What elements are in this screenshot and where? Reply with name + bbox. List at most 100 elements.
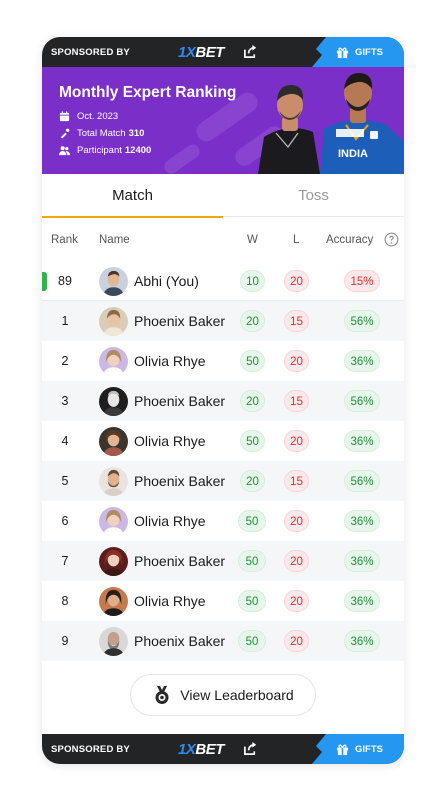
header-rank: Rank xyxy=(51,234,78,246)
accuracy-badge: 36% xyxy=(344,630,380,652)
participant-value: 12400 xyxy=(124,145,152,156)
banner-date: Oct. 2023 xyxy=(77,111,119,122)
gifts-button[interactable]: GIFTS xyxy=(312,734,404,764)
participant-label: Participant xyxy=(77,145,122,156)
sponsor-label: SPONSORED BY xyxy=(51,743,130,755)
avatar xyxy=(99,627,128,656)
avatar xyxy=(99,347,128,376)
participant-meta: Participant 12400 xyxy=(59,145,151,156)
gifts-button[interactable]: GIFTS xyxy=(312,37,404,67)
avatar xyxy=(99,307,128,336)
gifts-label: GIFTS xyxy=(355,46,383,58)
wins-badge: 50 xyxy=(238,510,266,532)
header-w: W xyxy=(247,234,258,246)
row-rank: 8 xyxy=(61,594,69,608)
table-row[interactable]: 9 Phoenix Baker 50 20 36% xyxy=(42,621,404,661)
current-user-marker xyxy=(42,272,47,291)
losses-badge: 20 xyxy=(284,350,309,372)
banner-title: Monthly Expert Ranking xyxy=(59,84,237,101)
sponsor-bar-top[interactable]: SPONSORED BY 1XBET GIFTS xyxy=(42,37,404,67)
accuracy-badge: 56% xyxy=(344,390,380,412)
table-row[interactable]: 3 Phoenix Baker 20 15 56% xyxy=(42,381,404,421)
row-rank: 7 xyxy=(61,554,69,568)
wins-badge: 50 xyxy=(238,590,266,612)
row-rank: 1 xyxy=(61,314,69,328)
tab-toss[interactable]: Toss xyxy=(223,174,404,217)
svg-text:INDIA: INDIA xyxy=(338,148,368,160)
table-row[interactable]: 4 Olivia Rhye 50 20 36% xyxy=(42,421,404,461)
losses-badge: 20 xyxy=(284,430,309,452)
participants-icon xyxy=(59,146,70,156)
row-rank: 89 xyxy=(58,274,72,288)
accuracy-badge: 56% xyxy=(344,470,380,492)
avatar xyxy=(99,507,128,536)
losses-badge: 20 xyxy=(284,550,309,572)
ranking-tabs: Match Toss xyxy=(42,174,404,218)
gift-icon xyxy=(336,47,349,58)
header-name: Name xyxy=(99,234,130,246)
wins-badge: 20 xyxy=(240,310,265,332)
sponsor-label: SPONSORED BY xyxy=(51,46,130,58)
losses-badge: 15 xyxy=(284,470,309,492)
accuracy-badge: 36% xyxy=(344,430,380,452)
sponsor-logo[interactable]: 1XBET xyxy=(178,44,224,61)
avatar xyxy=(99,427,128,456)
view-leaderboard-button[interactable]: View Leaderboard xyxy=(130,674,316,716)
sponsor-logo[interactable]: 1XBET xyxy=(178,741,224,758)
share-icon[interactable] xyxy=(243,741,258,756)
wins-badge: 20 xyxy=(240,390,265,412)
wins-badge: 20 xyxy=(240,470,265,492)
header-accuracy: Accuracy xyxy=(326,234,374,246)
table-row[interactable]: 8 Olivia Rhye 50 20 36% xyxy=(42,581,404,621)
row-rank: 6 xyxy=(61,514,69,528)
avatar xyxy=(99,387,128,416)
table-row[interactable]: 7 Phoenix Baker 50 20 36% xyxy=(42,541,404,581)
row-name: Olivia Rhye xyxy=(134,433,206,449)
expert-ranking-card: SPONSORED BY 1XBET GIFTS Monthly Expert … xyxy=(42,37,404,764)
total-match-meta: Total Match 310 xyxy=(59,128,144,139)
table-row[interactable]: 1 Phoenix Baker 20 15 56% xyxy=(42,301,404,341)
losses-badge: 20 xyxy=(284,590,309,612)
row-rank: 3 xyxy=(61,394,69,408)
calendar-icon xyxy=(59,111,70,122)
row-name: Phoenix Baker xyxy=(134,473,226,489)
view-leaderboard-label: View Leaderboard xyxy=(180,687,294,703)
losses-badge: 20 xyxy=(284,510,309,532)
cricket-players-image: INDIA xyxy=(258,73,404,174)
accuracy-badge: 36% xyxy=(344,590,380,612)
row-rank: 9 xyxy=(61,634,69,648)
row-name: Olivia Rhye xyxy=(134,353,206,369)
losses-badge: 15 xyxy=(284,310,309,332)
tab-match[interactable]: Match xyxy=(42,174,223,218)
wins-badge: 50 xyxy=(238,630,266,652)
row-rank: 4 xyxy=(61,434,69,448)
row-name: Olivia Rhye xyxy=(134,513,206,529)
row-name: Phoenix Baker xyxy=(134,553,226,569)
ranking-banner: Monthly Expert Ranking Oct. 2023 Total M… xyxy=(42,67,404,174)
sponsor-bar-bottom[interactable]: SPONSORED BY 1XBET GIFTS xyxy=(42,734,404,764)
avatar xyxy=(99,547,128,576)
wins-badge: 50 xyxy=(240,350,265,372)
table-row[interactable]: 2 Olivia Rhye 50 20 36% xyxy=(42,341,404,381)
row-name: Abhi (You) xyxy=(134,273,199,289)
row-name: Phoenix Baker xyxy=(134,313,226,329)
row-rank: 5 xyxy=(61,474,69,488)
table-row[interactable]: 5 Phoenix Baker 20 15 56% xyxy=(42,461,404,501)
current-user-row[interactable]: 89 Abhi (You) 10 20 15% xyxy=(42,261,404,301)
wins-badge: 50 xyxy=(240,430,265,452)
avatar xyxy=(99,587,128,616)
row-rank: 2 xyxy=(61,354,69,368)
total-match-value: 310 xyxy=(128,128,145,139)
gift-icon xyxy=(336,744,349,755)
gifts-label: GIFTS xyxy=(355,743,383,755)
info-icon[interactable] xyxy=(384,232,399,247)
date-meta: Oct. 2023 xyxy=(59,111,118,122)
table-row[interactable]: 6 Olivia Rhye 50 20 36% xyxy=(42,501,404,541)
total-match-label: Total Match xyxy=(77,128,126,139)
losses-badge: 15 xyxy=(284,390,309,412)
accuracy-badge: 56% xyxy=(344,310,380,332)
row-name: Phoenix Baker xyxy=(134,393,226,409)
ranking-table: 89 Abhi (You) 10 20 15% 1 Phoenix Baker … xyxy=(42,261,404,661)
medal-icon xyxy=(155,686,169,704)
share-icon[interactable] xyxy=(243,44,258,59)
